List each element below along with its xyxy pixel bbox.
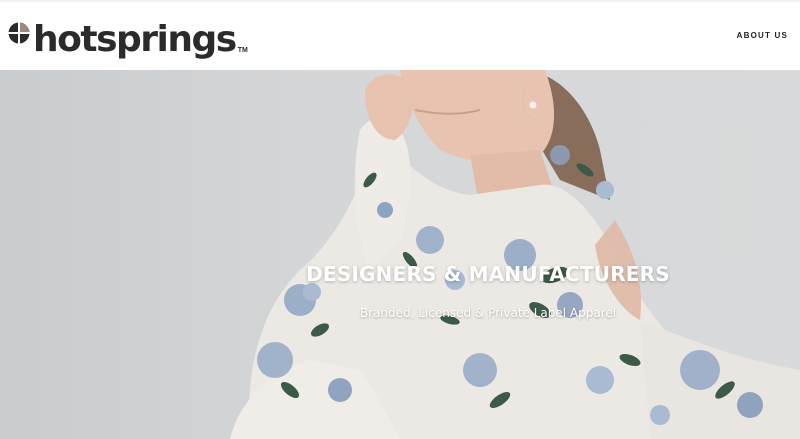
hero-title: DESIGNERS & MANUFACTURERS [306, 262, 670, 286]
logo-wordmark: hotsprings [33, 19, 237, 60]
nav-about-us-link[interactable]: ABOUT US [737, 31, 788, 40]
site-header: hotsprings TM ABOUT US [0, 2, 800, 70]
hero-image [230, 70, 800, 439]
hotsprings-logo-mark-icon [8, 22, 30, 44]
hero-banner: DESIGNERS & MANUFACTURERS Branded, Licen… [0, 70, 800, 439]
hotsprings-logo[interactable]: hotsprings TM [8, 14, 248, 58]
logo-trademark: TM [237, 47, 248, 54]
hero-subtitle: Branded, Licensed & Private Label Appare… [359, 306, 617, 320]
